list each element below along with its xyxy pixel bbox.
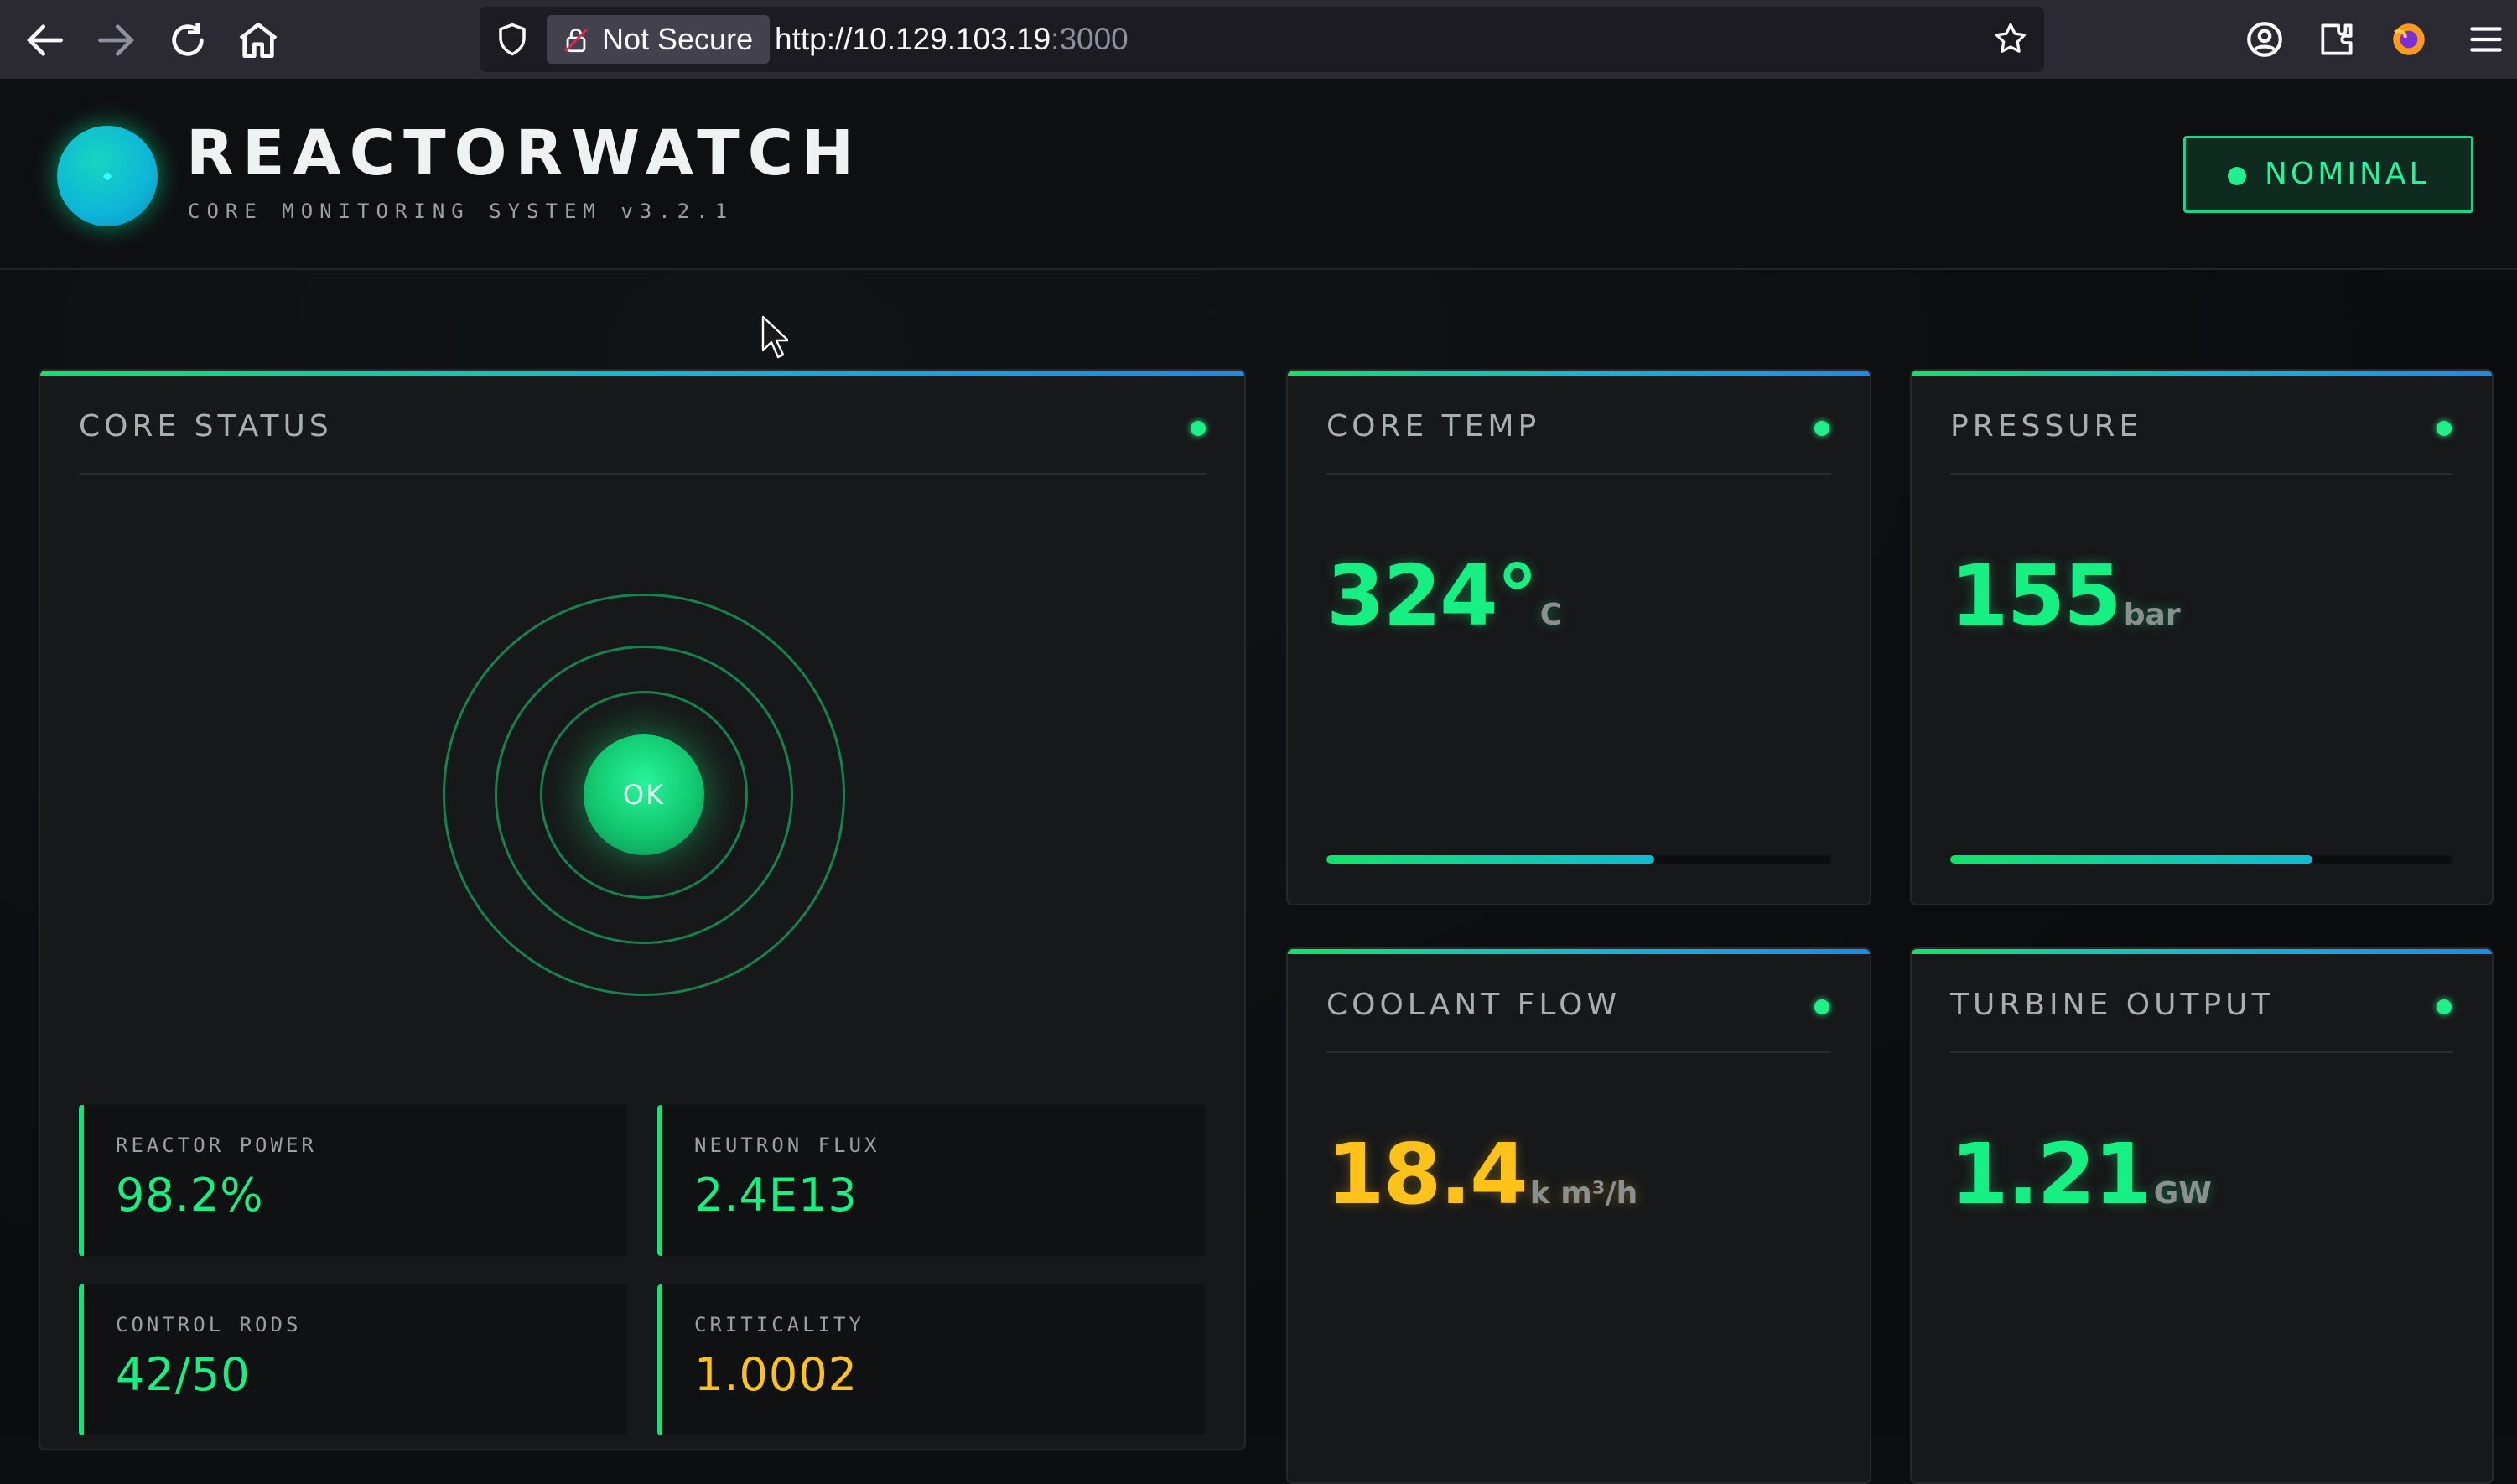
card-title: CORE TEMP bbox=[1326, 409, 1541, 444]
core-status-card: CORE STATUS OK REACTOR POWER 98.2% NEUTR… bbox=[39, 369, 1246, 1450]
not-secure-label: Not Secure bbox=[602, 22, 754, 56]
value-number: 18.4 bbox=[1326, 1125, 1528, 1223]
metric-value: 98.2% bbox=[116, 1169, 264, 1222]
metric-value: 1.0002 bbox=[694, 1348, 858, 1401]
core-indicator-label: OK bbox=[622, 779, 666, 811]
core-temp-value: 324° C bbox=[1326, 547, 1562, 645]
metric-neutron-flux: NEUTRON FLUX 2.4E13 bbox=[657, 1105, 1206, 1256]
card-status-led-icon bbox=[2437, 999, 2452, 1014]
card-status-led-icon bbox=[1814, 421, 1829, 436]
back-arrow-icon[interactable] bbox=[22, 17, 69, 64]
metric-label: NEUTRON FLUX bbox=[694, 1134, 880, 1157]
extensions-icon[interactable] bbox=[2316, 18, 2358, 60]
metric-label: CRITICALITY bbox=[694, 1313, 864, 1336]
coolant-flow-card: COOLANT FLOW 18.4 k m³/h bbox=[1286, 947, 1871, 1484]
value-number: 155 bbox=[1950, 547, 2122, 645]
core-temp-card: CORE TEMP 324° C bbox=[1286, 369, 1871, 905]
turbine-output-value: 1.21 GW bbox=[1950, 1125, 2212, 1223]
url-host: http://10.129.103.19 bbox=[775, 22, 1051, 56]
card-title: TURBINE OUTPUT bbox=[1950, 988, 2275, 1022]
value-unit: bar bbox=[2123, 598, 2181, 632]
value-number: 1.21 bbox=[1950, 1125, 2152, 1223]
home-icon[interactable] bbox=[235, 17, 282, 64]
card-divider bbox=[1326, 473, 1831, 475]
system-status-label: NOMINAL bbox=[2265, 157, 2430, 191]
card-title: COOLANT FLOW bbox=[1326, 988, 1622, 1022]
system-status-badge: NOMINAL bbox=[2183, 136, 2473, 213]
turbine-output-card: TURBINE OUTPUT 1.21 GW bbox=[1910, 947, 2494, 1484]
card-divider bbox=[1950, 1051, 2453, 1053]
value-unit: k m³/h bbox=[1529, 1176, 1638, 1211]
status-led-icon bbox=[2228, 167, 2246, 185]
reload-icon[interactable] bbox=[164, 17, 211, 64]
metric-value: 42/50 bbox=[116, 1348, 251, 1401]
core-indicator: OK bbox=[584, 734, 704, 855]
pressure-bar bbox=[1950, 855, 2453, 864]
metric-label: REACTOR POWER bbox=[116, 1134, 317, 1157]
card-divider bbox=[1326, 1051, 1831, 1053]
url-port: :3000 bbox=[1051, 22, 1129, 56]
pressure-bar-fill bbox=[1950, 855, 2312, 864]
core-temp-bar-fill bbox=[1326, 855, 1655, 864]
account-icon[interactable] bbox=[2244, 18, 2286, 60]
card-status-led-icon bbox=[1191, 421, 1206, 436]
pressure-value: 155 bar bbox=[1950, 547, 2181, 645]
app-header: ◆ REACTORWATCH CORE MONITORING SYSTEM v3… bbox=[0, 79, 2517, 270]
url-bar[interactable]: Not Secure http://10.129.103.19:3000 bbox=[480, 7, 2044, 72]
firefox-icon[interactable] bbox=[2388, 18, 2430, 60]
mouse-cursor-icon bbox=[761, 315, 788, 359]
shield-icon[interactable] bbox=[495, 22, 530, 57]
card-status-led-icon bbox=[2437, 421, 2452, 436]
metric-criticality: CRITICALITY 1.0002 bbox=[657, 1284, 1206, 1435]
metric-control-rods: CONTROL RODS 42/50 bbox=[79, 1284, 627, 1435]
app-subtitle: CORE MONITORING SYSTEM v3.2.1 bbox=[188, 200, 734, 223]
core-temp-bar bbox=[1326, 855, 1831, 864]
forward-arrow-icon[interactable] bbox=[92, 17, 139, 64]
value-unit: C bbox=[1539, 598, 1563, 632]
menu-icon[interactable] bbox=[2465, 18, 2507, 60]
card-status-led-icon bbox=[1814, 999, 1829, 1014]
metric-value: 2.4E13 bbox=[694, 1169, 858, 1222]
coolant-flow-value: 18.4 k m³/h bbox=[1326, 1125, 1637, 1223]
card-divider bbox=[79, 473, 1206, 475]
value-unit: GW bbox=[2153, 1176, 2212, 1211]
app-title: REACTORWATCH bbox=[186, 117, 863, 189]
star-icon[interactable] bbox=[1992, 20, 2029, 57]
browser-toolbar: Not Secure http://10.129.103.19:3000 bbox=[0, 0, 2517, 79]
metric-reactor-power: REACTOR POWER 98.2% bbox=[79, 1105, 627, 1256]
reactor-logo-icon: ◆ bbox=[57, 126, 158, 226]
card-title: CORE STATUS bbox=[79, 409, 333, 444]
card-divider bbox=[1950, 473, 2453, 475]
value-number: 324° bbox=[1326, 547, 1539, 645]
card-title: PRESSURE bbox=[1950, 409, 2143, 444]
url-text[interactable]: http://10.129.103.19:3000 bbox=[775, 7, 1129, 72]
lock-icon bbox=[564, 28, 588, 53]
metric-label: CONTROL RODS bbox=[116, 1313, 302, 1336]
not-secure-badge[interactable]: Not Secure bbox=[547, 15, 771, 64]
pressure-card: PRESSURE 155 bar bbox=[1910, 369, 2494, 905]
reactorwatch-app: ◆ REACTORWATCH CORE MONITORING SYSTEM v3… bbox=[0, 79, 2517, 1484]
